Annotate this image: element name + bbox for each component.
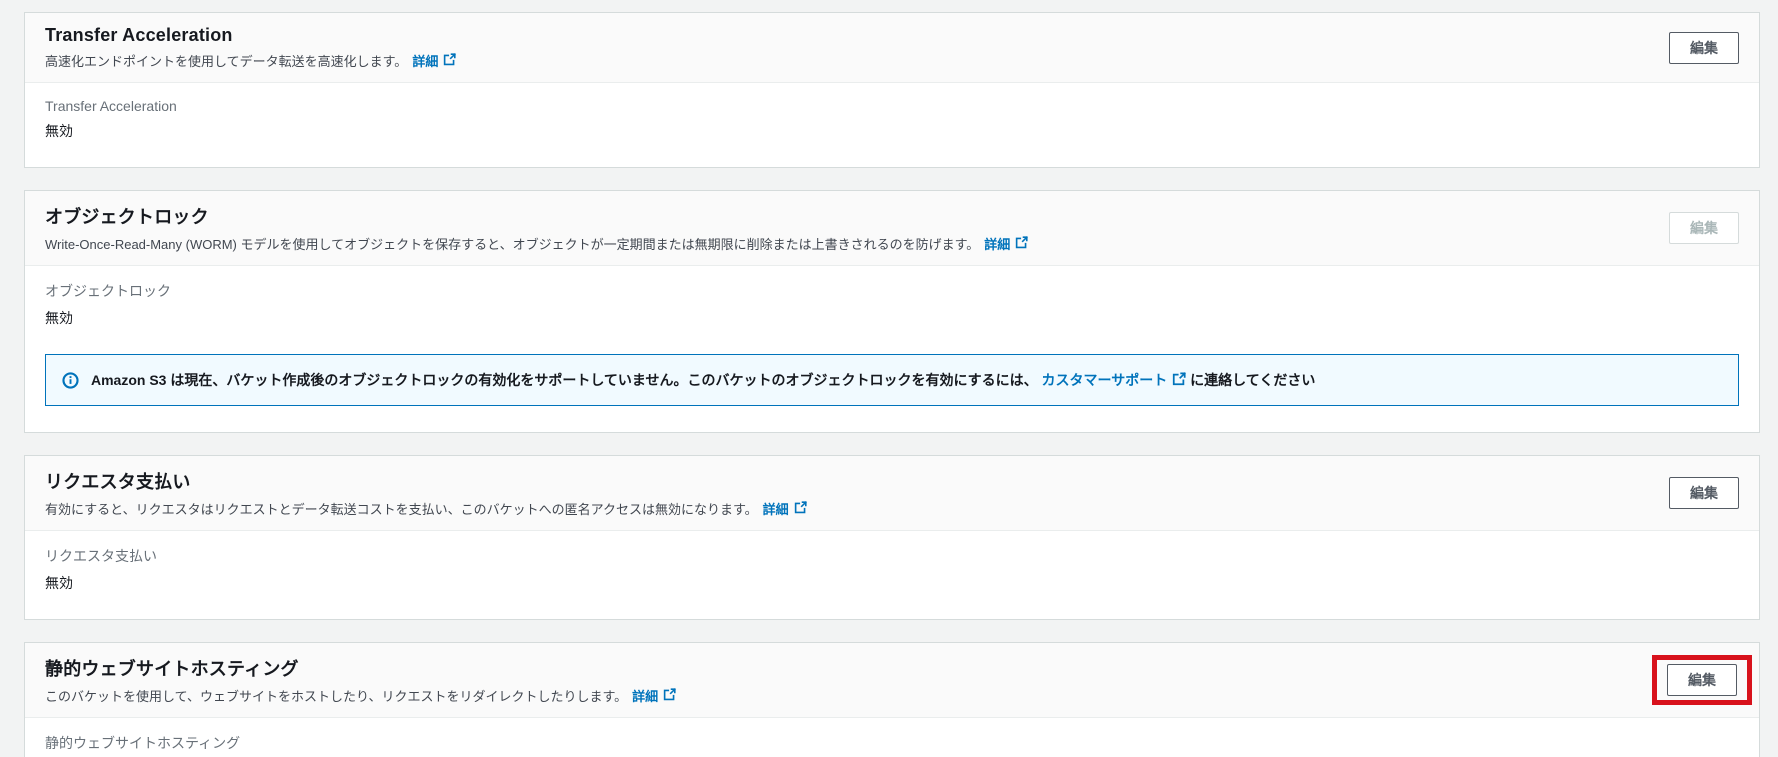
banner-text: Amazon S3 は現在、バケット作成後のオブジェクトロックの有効化をサポート… <box>91 370 1315 390</box>
external-link-icon <box>794 501 807 517</box>
section-body: 静的ウェブサイトホスティング 無効 <box>25 718 1759 757</box>
section-body: Transfer Acceleration 無効 <box>25 83 1759 167</box>
field-value: 無効 <box>45 121 1739 141</box>
learn-more-link[interactable]: 詳細 <box>984 234 1028 253</box>
description-text: Write-Once-Read-Many (WORM) モデルを使用してオブジェ… <box>45 234 979 253</box>
info-icon <box>62 372 79 389</box>
red-annotation-box: 編集 <box>1652 655 1752 705</box>
section-description: このバケットを使用して、ウェブサイトをホストしたり、リクエストをリダイレクトした… <box>45 686 676 705</box>
header-text: Transfer Acceleration 高速化エンドポイントを使用してデータ… <box>45 25 456 70</box>
banner-text-before: Amazon S3 は現在、バケット作成後のオブジェクトロックの有効化をサポート… <box>91 372 1038 388</box>
section-body: リクエスタ支払い 無効 <box>25 531 1759 619</box>
external-link-icon <box>1015 236 1028 252</box>
field-value: 無効 <box>45 308 1739 328</box>
edit-button-transfer-acceleration[interactable]: 編集 <box>1669 32 1739 64</box>
section-header: リクエスタ支払い 有効にすると、リクエスタはリクエストとデータ転送コストを支払い… <box>25 456 1759 531</box>
section-body: オブジェクトロック 無効 Amazon S3 は現在、バケット作成後のオブジェク… <box>25 266 1759 432</box>
section-description: Write-Once-Read-Many (WORM) モデルを使用してオブジェ… <box>45 234 1028 253</box>
section-header: Transfer Acceleration 高速化エンドポイントを使用してデータ… <box>25 13 1759 83</box>
learn-more-link[interactable]: 詳細 <box>763 499 807 518</box>
section-card-transfer-acceleration: Transfer Acceleration 高速化エンドポイントを使用してデータ… <box>24 12 1760 168</box>
edit-button-object-lock[interactable]: 編集 <box>1669 212 1739 244</box>
section-card-requester-pays: リクエスタ支払い 有効にすると、リクエスタはリクエストとデータ転送コストを支払い… <box>24 455 1760 620</box>
section-title: リクエスタ支払い <box>45 468 807 494</box>
field-label: 静的ウェブサイトホスティング <box>45 733 1739 753</box>
customer-support-link[interactable]: カスタマーサポート <box>1042 370 1187 390</box>
section-title: Transfer Acceleration <box>45 25 456 46</box>
external-link-icon <box>1172 372 1186 389</box>
header-text: リクエスタ支払い 有効にすると、リクエスタはリクエストとデータ転送コストを支払い… <box>45 468 807 518</box>
external-link-icon <box>663 688 676 704</box>
section-description: 有効にすると、リクエスタはリクエストとデータ転送コストを支払い、このバケットへの… <box>45 499 807 518</box>
section-description: 高速化エンドポイントを使用してデータ転送を高速化します。 詳細 <box>45 51 456 70</box>
field-value: 無効 <box>45 573 1739 593</box>
section-title: オブジェクトロック <box>45 203 1028 229</box>
description-text: 有効にすると、リクエスタはリクエストとデータ転送コストを支払い、このバケットへの… <box>45 499 758 518</box>
header-text: 静的ウェブサイトホスティング このバケットを使用して、ウェブサイトをホストしたり… <box>45 655 676 705</box>
edit-button-requester-pays[interactable]: 編集 <box>1669 477 1739 509</box>
banner-text-after: に連絡してください <box>1190 372 1315 388</box>
learn-more-label: 詳細 <box>984 234 1010 253</box>
section-card-object-lock: オブジェクトロック Write-Once-Read-Many (WORM) モデ… <box>24 190 1760 433</box>
learn-more-label: 詳細 <box>632 686 658 705</box>
edit-button-static-website-hosting[interactable]: 編集 <box>1667 664 1737 696</box>
section-title: 静的ウェブサイトホスティング <box>45 655 676 681</box>
learn-more-link[interactable]: 詳細 <box>632 686 676 705</box>
field-label: オブジェクトロック <box>45 281 1739 301</box>
properties-page: Transfer Acceleration 高速化エンドポイントを使用してデータ… <box>0 0 1778 757</box>
description-text: このバケットを使用して、ウェブサイトをホストしたり、リクエストをリダイレクトした… <box>45 686 627 705</box>
section-header: オブジェクトロック Write-Once-Read-Many (WORM) モデ… <box>25 191 1759 266</box>
field-label: Transfer Acceleration <box>45 98 1739 114</box>
external-link-icon <box>443 53 456 69</box>
section-card-static-website-hosting: 静的ウェブサイトホスティング このバケットを使用して、ウェブサイトをホストしたり… <box>24 642 1760 757</box>
customer-support-label: カスタマーサポート <box>1042 370 1168 390</box>
section-header: 静的ウェブサイトホスティング このバケットを使用して、ウェブサイトをホストしたり… <box>25 643 1759 718</box>
field-label: リクエスタ支払い <box>45 546 1739 566</box>
learn-more-label: 詳細 <box>412 51 438 70</box>
object-lock-info-banner: Amazon S3 は現在、バケット作成後のオブジェクトロックの有効化をサポート… <box>45 354 1739 406</box>
header-text: オブジェクトロック Write-Once-Read-Many (WORM) モデ… <box>45 203 1028 253</box>
description-text: 高速化エンドポイントを使用してデータ転送を高速化します。 <box>45 51 407 70</box>
learn-more-label: 詳細 <box>763 499 789 518</box>
learn-more-link[interactable]: 詳細 <box>412 51 456 70</box>
